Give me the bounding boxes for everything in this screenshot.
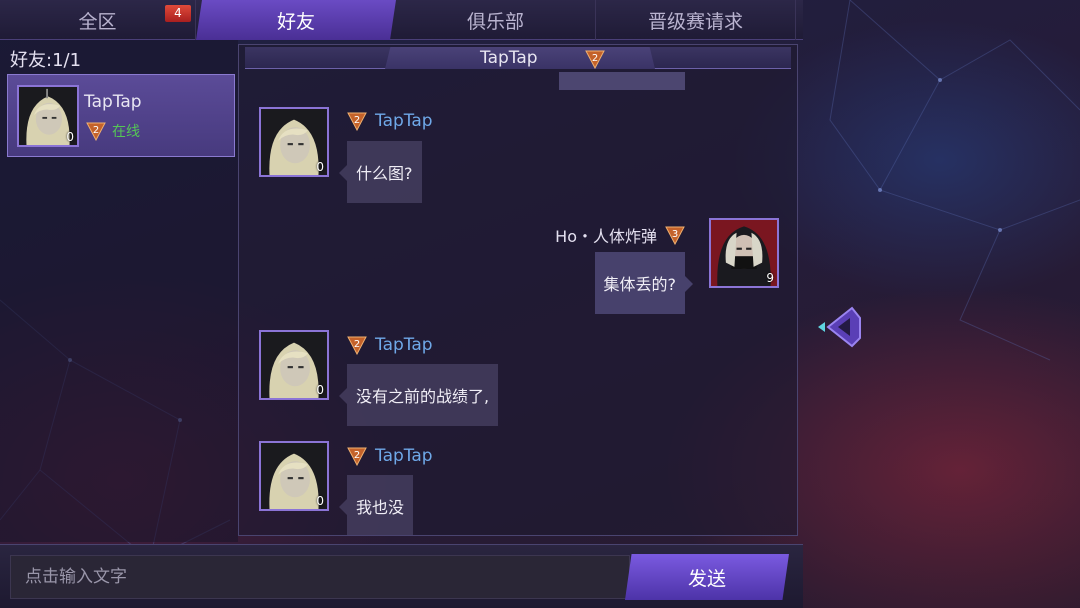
notification-badge: 4 (165, 5, 191, 22)
svg-text:3: 3 (672, 229, 678, 240)
message-sender-row: 2 TapTap (347, 335, 433, 355)
rank-badge-icon: 3 (665, 226, 685, 245)
collapse-panel-toggle[interactable] (816, 302, 864, 352)
message-sender-row: 2 TapTap (347, 446, 433, 466)
sender-name[interactable]: TapTap (375, 446, 433, 466)
svg-text:2: 2 (354, 339, 360, 350)
svg-text:2: 2 (592, 53, 598, 64)
avatar-level: 0 (316, 160, 324, 174)
svg-text:2: 2 (354, 115, 360, 126)
chat-scroll-indicator[interactable] (559, 72, 685, 90)
avatar-level: 0 (66, 130, 74, 144)
chat-panel: TapTap 2 0 2 TapTap 什么图? 9 Ho・人体炸弹 3 集体丢… (238, 44, 798, 536)
tab-label: 全区 (78, 10, 117, 33)
rank-badge-icon: 2 (347, 336, 367, 355)
rank-badge-icon: 2 (347, 447, 367, 466)
tab-label: 晋级赛请求 (647, 10, 743, 33)
chat-header: TapTap 2 (245, 47, 791, 69)
sender-name[interactable]: TapTap (375, 111, 433, 131)
avatar-level: 9 (766, 271, 774, 285)
online-status: 在线 (112, 124, 140, 140)
tab-all-servers[interactable]: 全区 4 (0, 0, 196, 40)
message-bubble: 集体丢的? (594, 252, 693, 314)
message-bubble: 什么图? (339, 141, 422, 203)
tab-club[interactable]: 俱乐部 (396, 0, 596, 40)
chat-input[interactable] (10, 555, 630, 599)
message-bubble: 我也没 (338, 475, 414, 535)
message-avatar[interactable]: 9 (709, 218, 779, 288)
friend-list-item[interactable]: 0 TapTap 2 在线 (7, 74, 235, 157)
message-avatar[interactable]: 0 (259, 330, 329, 400)
friends-count: 好友:1/1 (10, 50, 82, 71)
rank-badge-icon: 2 (86, 121, 106, 145)
message-input-bar: 发送 (0, 544, 803, 608)
avatar-level: 0 (316, 383, 324, 397)
rank-badge-icon: 2 (347, 112, 367, 131)
sender-name[interactable]: Ho・人体炸弹 (555, 223, 657, 247)
message-sender-row: Ho・人体炸弹 3 (555, 223, 685, 247)
tab-friends[interactable]: 好友 (196, 0, 396, 40)
tab-bar: 全区 4 好友 俱乐部 晋级赛请求 (0, 0, 803, 40)
tab-promotion-requests[interactable]: 晋级赛请求 (596, 0, 796, 40)
tab-label: 好友 (276, 10, 315, 33)
arrow-left-icon (818, 306, 861, 348)
message-sender-row: 2 TapTap (347, 111, 433, 131)
sender-name[interactable]: TapTap (375, 335, 433, 355)
friends-list-panel: 好友:1/1 0 TapTap 2 在线 (0, 40, 238, 542)
send-button[interactable]: 发送 (625, 554, 789, 600)
friend-name: TapTap (84, 92, 142, 112)
svg-text:2: 2 (93, 125, 99, 136)
message-bubble: 没有之前的战绩了, (338, 364, 499, 426)
chat-title: TapTap (480, 48, 538, 68)
svg-text:2: 2 (354, 450, 360, 461)
message-avatar[interactable]: 0 (259, 441, 329, 511)
message-avatar[interactable]: 0 (259, 107, 329, 177)
rank-badge-icon: 2 (585, 49, 605, 73)
avatar-level: 0 (316, 494, 324, 508)
tab-label: 俱乐部 (466, 10, 524, 33)
friend-avatar: 0 (17, 85, 79, 147)
